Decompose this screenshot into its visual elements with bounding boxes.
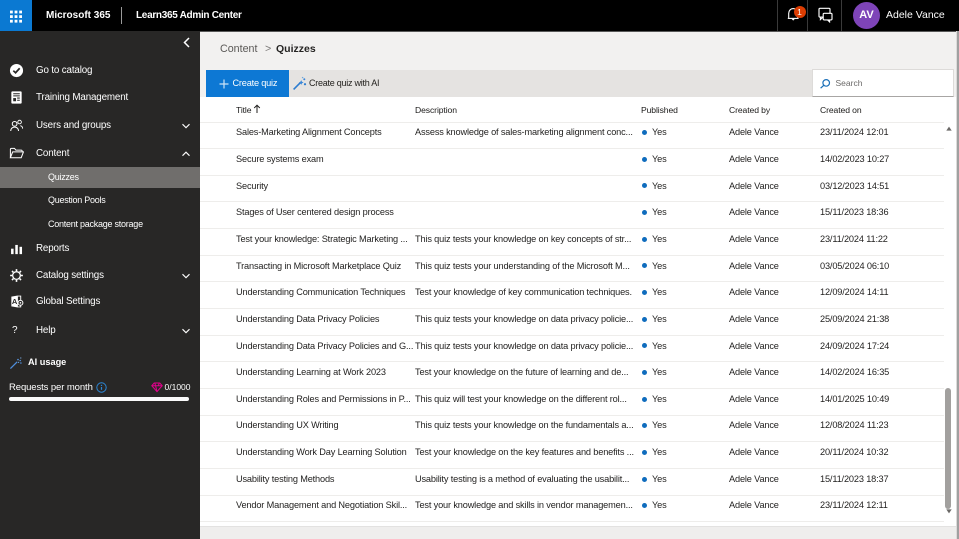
svg-text:A: A: [12, 297, 18, 306]
